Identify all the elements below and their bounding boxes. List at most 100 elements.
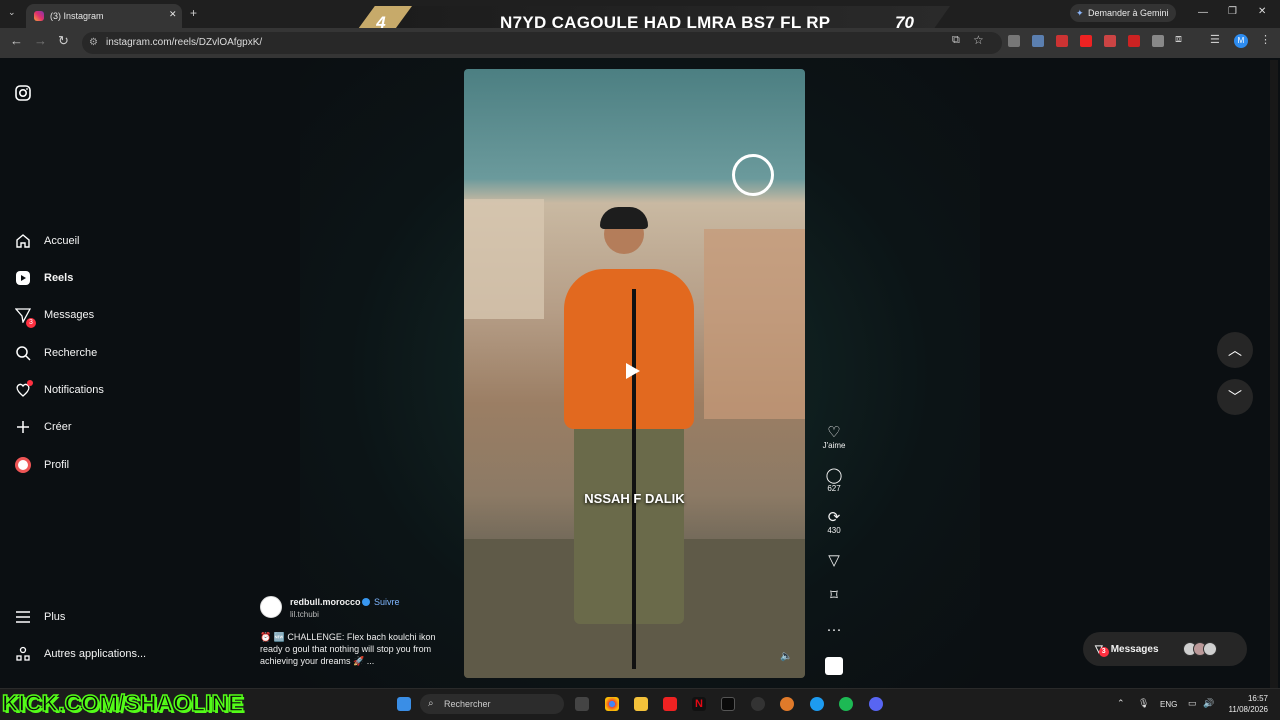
more-options-button[interactable]: ··· — [820, 622, 848, 638]
youtube-icon[interactable] — [663, 697, 677, 711]
search-icon: ⌕ — [428, 698, 434, 709]
play-icon[interactable] — [626, 363, 640, 379]
sidebar-item-more[interactable]: Plus — [14, 608, 65, 626]
plus-icon — [14, 418, 32, 436]
chevron-down-icon: ﹀ — [1228, 389, 1242, 405]
repost-count: 430 — [827, 526, 841, 535]
extension-icon[interactable] — [1104, 35, 1116, 47]
sidebar-item-search[interactable]: Recherche — [14, 344, 97, 362]
extensions-icon[interactable]: ⧈ — [1175, 33, 1182, 46]
sidebar-item-label: Accueil — [44, 235, 80, 247]
taskbar-search[interactable]: ⌕ Rechercher — [420, 694, 564, 714]
sidebar-item-home[interactable]: Accueil — [14, 232, 79, 250]
reel-description[interactable]: ⏰ 🆕 CHALLENGE: Flex bach koulchi ikon re… — [260, 631, 442, 667]
back-icon[interactable]: ← — [10, 33, 23, 48]
network-icon[interactable]: ▭ — [1188, 698, 1197, 709]
audio-thumbnail[interactable] — [825, 657, 843, 675]
reading-list-icon[interactable]: ☰ — [1210, 33, 1220, 46]
reload-icon[interactable]: ↻ — [58, 33, 69, 49]
account-username[interactable]: redbull.morocco — [290, 597, 361, 607]
sidebar-item-create[interactable]: Créer — [14, 418, 72, 436]
sidebar-item-other-apps[interactable]: Autres applications... — [14, 645, 146, 663]
profile-avatar[interactable]: M — [1234, 34, 1248, 48]
gemini-icon: ✦ — [1076, 8, 1084, 18]
taskbar-search-placeholder: Rechercher — [444, 699, 491, 709]
verified-icon — [362, 598, 370, 606]
account-avatar[interactable] — [260, 596, 282, 618]
app-icon[interactable] — [751, 697, 765, 711]
extension-icon[interactable] — [1152, 35, 1164, 47]
next-reel-button[interactable]: ﹀ — [1217, 379, 1253, 415]
app-icon[interactable] — [780, 697, 794, 711]
restore-icon[interactable]: ❐ — [1228, 6, 1237, 17]
like-label: J'aime — [822, 441, 846, 450]
windows-start-icon[interactable] — [397, 697, 411, 711]
chrome-menu-icon[interactable]: ⋮ — [1260, 33, 1271, 46]
speaker-icon[interactable]: 🔊 — [1203, 698, 1214, 709]
messages-pill-badge: 3 — [1098, 646, 1109, 657]
instagram-logo-icon — [14, 84, 32, 102]
sidebar-item-label: Reels — [44, 272, 74, 284]
minimize-icon[interactable]: — — [1198, 7, 1208, 18]
chrome-icon[interactable] — [605, 697, 619, 711]
discord-icon[interactable] — [869, 697, 883, 711]
tab-close-icon[interactable]: ✕ — [169, 9, 177, 20]
new-tab-icon[interactable]: + — [190, 6, 197, 20]
gemini-button[interactable]: ✦ Demander à Gemini — [1070, 4, 1176, 22]
volume-icon[interactable]: 🔈 — [780, 651, 792, 662]
netflix-icon[interactable]: N — [692, 697, 706, 711]
taskbar-clock[interactable]: 16:57 11/08/2026 — [1222, 693, 1268, 715]
share-button[interactable]: ▽ — [820, 553, 848, 569]
like-button[interactable]: ♡ J'aime — [820, 425, 848, 451]
task-view-icon[interactable] — [575, 697, 589, 711]
sidebar-item-reels[interactable]: Reels — [14, 269, 73, 287]
notification-dot — [27, 380, 33, 386]
tray-chevron-icon[interactable]: ⌃ — [1117, 698, 1125, 709]
sidebar-item-notifications[interactable]: Notifications — [14, 380, 104, 399]
instagram-sidebar: Accueil Reels 3 Messages Recherche Notif… — [0, 58, 245, 688]
sidebar-item-label: Autres applications... — [44, 648, 147, 660]
tab-list-icon[interactable]: ⌄ — [8, 7, 16, 18]
previous-reel-button[interactable]: ︿ — [1217, 332, 1253, 368]
messages-pill[interactable]: ▽3 Messages — [1083, 632, 1247, 666]
follow-button[interactable]: Suivre — [374, 597, 400, 607]
extension-icon[interactable] — [1008, 35, 1020, 47]
address-bar[interactable]: ⚙ instagram.com/reels/DZvlOAfgpxK/ — [82, 32, 1002, 54]
reels-icon — [14, 269, 32, 287]
person-pants — [574, 424, 684, 624]
file-explorer-icon[interactable] — [634, 697, 648, 711]
repost-button[interactable]: ⟳ 430 — [820, 510, 848, 536]
clock-time: 16:57 — [1247, 694, 1268, 703]
profile-icon — [14, 456, 32, 474]
save-button[interactable]: ⌑ — [820, 588, 848, 604]
extension-icon[interactable] — [1056, 35, 1068, 47]
audio-credit[interactable]: lil.tchubi — [290, 610, 319, 619]
sidebar-item-label: Plus — [44, 611, 66, 623]
youtube-extension-icon[interactable] — [1080, 35, 1092, 47]
comment-button[interactable]: ◯ 627 — [820, 467, 848, 494]
avatar — [1202, 642, 1217, 656]
tab-instagram[interactable]: (3) Instagram ✕ — [26, 4, 182, 28]
language-indicator[interactable]: ENG — [1160, 700, 1177, 709]
close-window-icon[interactable]: ✕ — [1258, 6, 1266, 17]
forward-icon[interactable]: → — [34, 33, 47, 48]
site-info-icon[interactable]: ⚙ — [89, 32, 98, 54]
edge-icon[interactable] — [810, 697, 824, 711]
extension-icon[interactable] — [1032, 35, 1044, 47]
page-scrollbar[interactable] — [1270, 60, 1278, 688]
comment-icon: ◯ — [825, 467, 843, 484]
app-icon[interactable] — [721, 697, 735, 711]
sidebar-item-profile[interactable]: Profil — [14, 456, 69, 474]
sidebar-item-messages[interactable]: 3 Messages — [14, 306, 94, 328]
bookmark-star-icon[interactable]: ☆ — [973, 33, 984, 47]
stopwatch-icon — [732, 154, 774, 196]
reel-video[interactable]: NSSAH F DALIK 🔈 — [464, 69, 805, 678]
spotify-icon[interactable] — [839, 697, 853, 711]
url-text: instagram.com/reels/DZvlOAfgpxK/ — [106, 37, 263, 48]
instagram-logo[interactable] — [14, 84, 32, 102]
heart-icon — [14, 380, 33, 399]
bookmark-icon: ⌑ — [830, 587, 838, 604]
install-app-icon[interactable]: ⧉ — [952, 34, 960, 47]
extension-icon[interactable] — [1128, 35, 1140, 47]
microphone-icon[interactable]: 🎙 — [1138, 698, 1149, 709]
